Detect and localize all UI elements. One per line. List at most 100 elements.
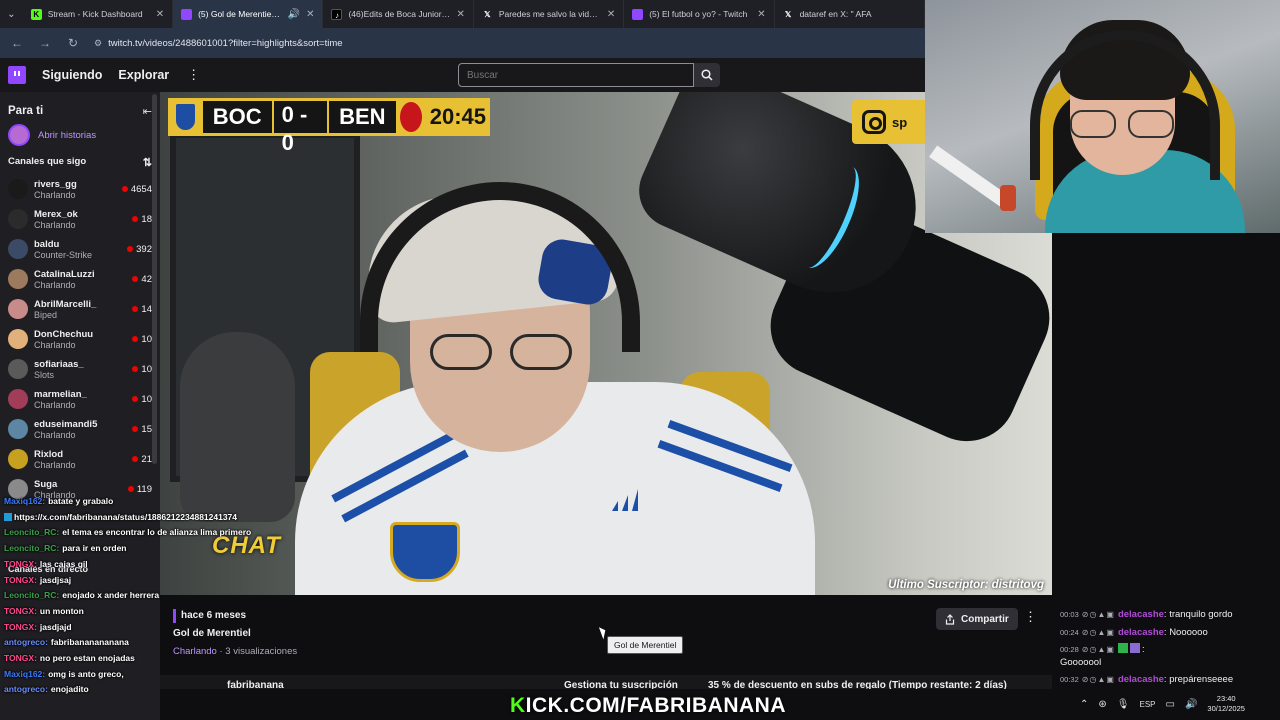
sidebar-channel-eduseimandi5[interactable]: eduseimandi5 Charlando 15 [0, 414, 160, 444]
live-dot-icon [132, 366, 139, 372]
kick-letter: K [510, 694, 526, 717]
channel-category: Charlando [34, 279, 76, 290]
close-tab-icon[interactable]: ✕ [607, 9, 615, 20]
browser-tab-kick-dashboard[interactable]: K Stream - Kick Dashboard ✕ [23, 0, 174, 28]
sidebar-channel-rivers_gg[interactable]: rivers_gg Charlando 4654 [0, 174, 160, 204]
live-dot-icon [132, 396, 139, 402]
browser-tab-dataref[interactable]: 𝕏 dataref en X: " AFA [775, 0, 925, 28]
close-tab-icon[interactable]: ✕ [156, 9, 164, 20]
sidebar-channel-donchechuu[interactable]: DonChechuu Charlando 10 [0, 324, 160, 354]
kick-favicon-icon: K [30, 8, 42, 20]
home-team: BOC [202, 101, 272, 133]
collapse-sidebar-icon[interactable]: ⇤ [143, 105, 152, 118]
chat-message: 00:32 ⊘◷▲▣ delacashe: prepárenseeee [1060, 673, 1275, 686]
subscribe-button[interactable]: Gestiona tu suscripción [564, 680, 678, 689]
speaker-icon[interactable]: 🔊 [288, 9, 300, 20]
avatar [8, 299, 28, 319]
score: 0 - 0 [273, 101, 328, 155]
video-player[interactable]: BOC 0 - 0 BEN 20:45 sp CHAT Ultimo Suscr… [160, 92, 1052, 595]
channel-category: Charlando [34, 219, 76, 230]
sidebar-channel-catalinaluzzi[interactable]: CatalinaLuzzi Charlando 42 [0, 264, 160, 294]
gift-sub-offer[interactable]: 35 % de descuento en subs de regalo (Tie… [708, 680, 1007, 689]
channel-category: Biped [34, 309, 58, 320]
sidebar-channel-sofiariaas_[interactable]: sofiariaas_ Slots 10 [0, 354, 160, 384]
category-link[interactable]: Charlando [173, 646, 217, 657]
channel-name: Merex_ok [34, 208, 78, 220]
live-dot-icon [132, 216, 139, 222]
live-dot-icon [132, 336, 139, 342]
sidebar-scrollbar[interactable] [152, 94, 157, 464]
reload-icon[interactable]: ↻ [66, 36, 80, 50]
system-tray: ⌃ ⊛ 🎙 ESP ▭ 🔊 23:40 30/12/2025 [1052, 688, 1280, 720]
channel-category: Charlando [34, 399, 76, 410]
vod-chat-panel: 00:03 ⊘◷▲▣ delacashe: tranquilo gordo 00:2… [1052, 233, 1280, 688]
close-tab-icon[interactable]: ✕ [456, 9, 464, 20]
search-button[interactable] [694, 63, 720, 87]
chat-timestamp: 00:32 [1060, 675, 1079, 684]
mod-tools-icon[interactable]: ⊘◷▲▣ [1082, 628, 1115, 637]
webcam-figure [1000, 185, 1016, 211]
forward-arrow-icon[interactable]: → [38, 36, 52, 50]
system-clock[interactable]: 23:40 30/12/2025 [1207, 694, 1245, 714]
channel-category: Counter-Strike [34, 249, 93, 260]
viewer-count-number: 18 [141, 213, 152, 225]
browser-tab-paredes[interactable]: 𝕏 Paredes me salvo la vida en X: ' ✕ [474, 0, 625, 28]
url-field[interactable]: ⚙ twitch.tv/videos/2488601001?filter=hig… [94, 38, 343, 49]
sidebar-channel-merex_ok[interactable]: Merex_ok Charlando 18 [0, 204, 160, 234]
mod-tools-icon[interactable]: ⊘◷▲▣ [1082, 675, 1115, 684]
chat-message: 00:24 ⊘◷▲▣ delacashe: Noooooo [1060, 626, 1275, 639]
chat-username[interactable]: delacashe [1118, 627, 1164, 638]
close-tab-icon[interactable]: ✕ [306, 9, 314, 20]
sort-icon[interactable]: ⇅ [143, 156, 152, 169]
chevron-up-icon[interactable]: ⌃ [1080, 699, 1088, 710]
tab-title: (46)Edits de Boca Juniors y River [348, 9, 450, 19]
channel-name[interactable]: fabribanana [227, 680, 284, 689]
browser-tab-edits-boca[interactable]: ♪ (46)Edits de Boca Juniors y River ✕ [323, 0, 474, 28]
share-button[interactable]: Compartir [936, 608, 1018, 630]
scoreboard: BOC 0 - 0 BEN 20:45 [168, 98, 490, 155]
browser-tab-gol-de-merentiel[interactable]: (5) Gol de Merentiel - Twitch 🔊 ✕ [173, 0, 324, 28]
channel-info: sofiariaas_ Slots [34, 359, 132, 380]
back-arrow-icon[interactable]: ← [10, 36, 24, 50]
antivirus-icon[interactable]: ⊛ [1098, 699, 1106, 710]
channel-info: Merex_ok Charlando [34, 209, 132, 230]
nav-following-link[interactable]: Siguiendo [42, 68, 102, 82]
gifter-badge-icon [1129, 643, 1140, 653]
chat-username[interactable]: delacashe [1118, 609, 1164, 620]
site-info-icon[interactable]: ⚙ [94, 38, 102, 49]
more-options-icon[interactable]: ⋮ [187, 67, 200, 83]
sidebar-channel-baldu[interactable]: baldu Counter-Strike 392 [0, 234, 160, 264]
channel-name: Suga [34, 478, 58, 490]
clock-date: 30/12/2025 [1207, 704, 1245, 713]
more-options-icon[interactable]: ⋮ [1024, 609, 1037, 625]
open-stories-button[interactable]: Abrir historias [0, 120, 160, 150]
tab-search-menu-button[interactable]: ⌄ [0, 0, 23, 28]
search-input[interactable] [458, 63, 694, 87]
nav-browse-link[interactable]: Explorar [118, 68, 169, 82]
kick-url-text: ICK.COM/FABRIBANANA [525, 694, 786, 717]
chat-text: Noooooo [1169, 627, 1208, 638]
channel-name: Rixlod [34, 448, 64, 460]
close-tab-icon[interactable]: ✕ [757, 9, 765, 20]
avatar [8, 269, 28, 289]
view-count: 3 visualizaciones [225, 646, 298, 657]
sidebar-channel-marmelian_[interactable]: marmelian_ Charlando 10 [0, 384, 160, 414]
sidebar-channel-suga[interactable]: Suga Charlando 119 [0, 474, 160, 504]
avatar [8, 419, 28, 439]
microphone-icon[interactable]: 🎙 [1117, 699, 1130, 710]
channel-info: eduseimandi5 Charlando [34, 419, 132, 440]
chat-username[interactable]: delacashe [1118, 674, 1164, 685]
subscriber-badge-icon [1117, 643, 1128, 653]
input-language[interactable]: ESP [1139, 700, 1155, 709]
volume-icon[interactable]: 🔊 [1185, 699, 1197, 710]
sidebar-channel-abrilmarcelli_[interactable]: AbrilMarcelli_ Biped 14 [0, 294, 160, 324]
sidebar-channel-rixlod[interactable]: Rixlod Charlando 21 [0, 444, 160, 474]
url-text: twitch.tv/videos/2488601001?filter=highl… [108, 37, 343, 49]
viewer-count-number: 4654 [130, 183, 152, 195]
mod-tools-icon[interactable]: ⊘◷▲▣ [1082, 645, 1115, 654]
network-icon[interactable]: ▭ [1166, 699, 1175, 710]
browser-tab-el-futbol[interactable]: (5) El futbol o yo? - Twitch ✕ [624, 0, 775, 28]
live-dot-icon [132, 426, 139, 432]
twitch-logo-icon[interactable] [8, 66, 26, 84]
mod-tools-icon[interactable]: ⊘◷▲▣ [1082, 610, 1115, 619]
